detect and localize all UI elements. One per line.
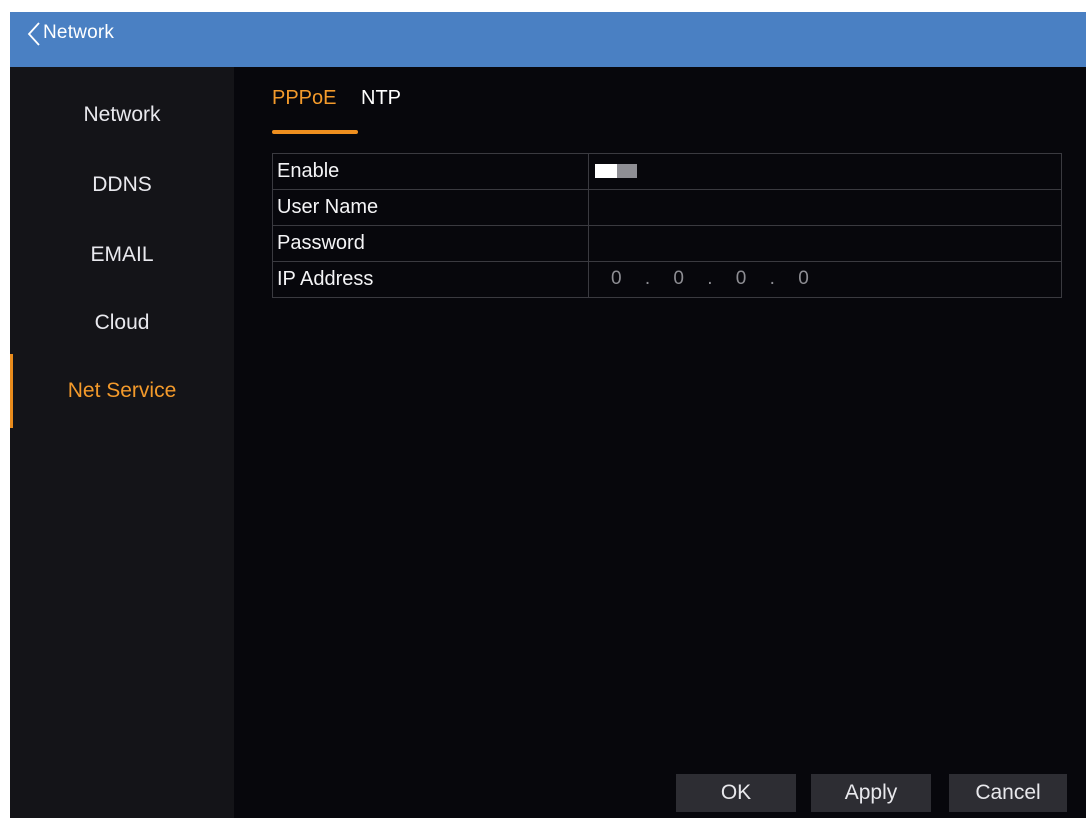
sidebar-item-label: DDNS [92, 173, 152, 196]
enable-toggle[interactable] [595, 164, 637, 178]
sidebar: Network DDNS EMAIL Cloud Net Service [10, 67, 234, 818]
tab-pppoe[interactable]: PPPoE [272, 87, 336, 110]
password-label: Password [272, 225, 589, 262]
sidebar-item-network[interactable]: Network [10, 87, 234, 143]
sidebar-item-label: EMAIL [90, 243, 154, 266]
sidebar-item-label: Network [83, 103, 161, 126]
apply-button[interactable]: Apply [811, 774, 931, 812]
active-tab-underline [272, 130, 358, 134]
ok-button[interactable]: OK [676, 774, 796, 812]
sidebar-item-label: Cloud [94, 311, 150, 334]
network-settings-window: Network Network DDNS EMAIL Cloud Net Ser… [10, 12, 1086, 818]
title-bar: Network [10, 12, 1086, 67]
chevron-left-icon[interactable] [27, 21, 41, 47]
sidebar-item-cloud[interactable]: Cloud [10, 295, 234, 351]
password-field[interactable] [588, 225, 1062, 262]
table-row: User Name [272, 189, 1062, 226]
toggle-knob [595, 164, 617, 178]
user-name-label: User Name [272, 189, 589, 226]
pppoe-settings-table: Enable User Name Password IP Address 0 .… [272, 153, 1062, 298]
tab-ntp[interactable]: NTP [361, 87, 401, 110]
table-row: IP Address 0 . 0 . 0 . 0 [272, 261, 1062, 298]
ip-address-label: IP Address [272, 261, 589, 298]
ip-address-field[interactable]: 0 . 0 . 0 . 0 [588, 261, 1062, 298]
sidebar-item-net-service[interactable]: Net Service [10, 354, 234, 428]
cancel-button[interactable]: Cancel [949, 774, 1067, 812]
table-row: Password [272, 225, 1062, 262]
enable-label: Enable [272, 153, 589, 190]
sidebar-item-label: Net Service [67, 379, 177, 402]
table-row: Enable [272, 153, 1062, 190]
enable-value-cell [588, 153, 1062, 190]
page-title: Network [43, 22, 115, 43]
sidebar-item-email[interactable]: EMAIL [10, 227, 234, 283]
sidebar-item-ddns[interactable]: DDNS [10, 157, 234, 213]
content-panel: PPPoE NTP Enable User Name Password IP A… [234, 67, 1086, 818]
user-name-field[interactable] [588, 189, 1062, 226]
ip-address-value: 0 . 0 . 0 . 0 [611, 268, 818, 289]
active-indicator [10, 354, 13, 428]
